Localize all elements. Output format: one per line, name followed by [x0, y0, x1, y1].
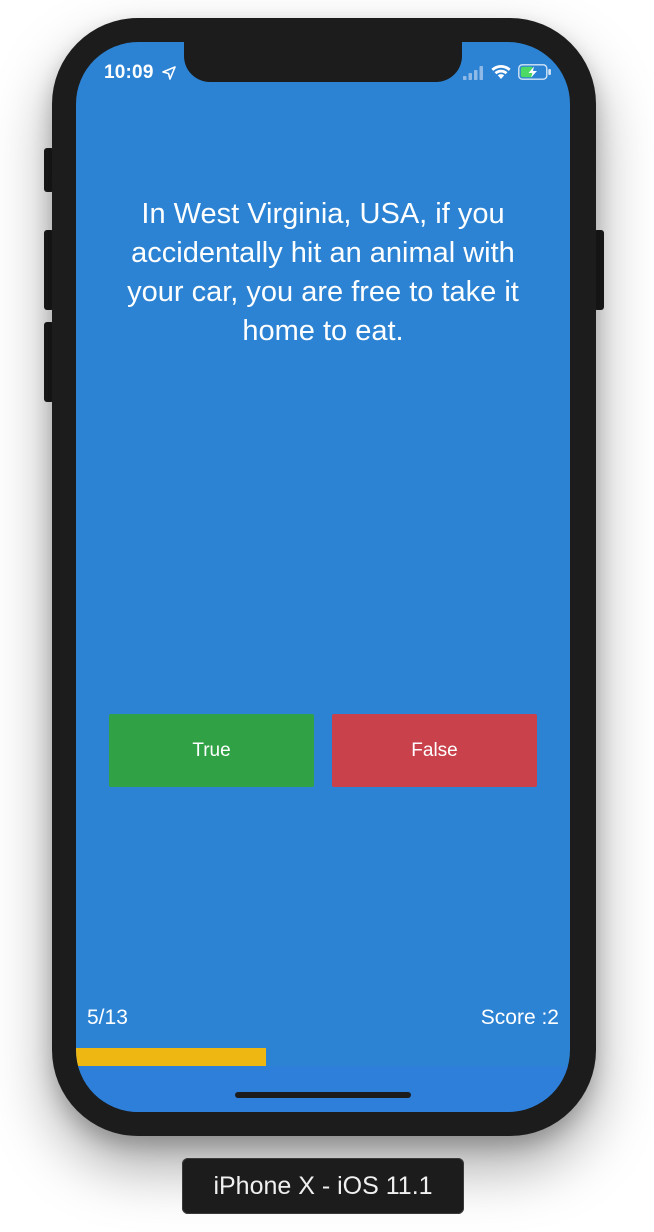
wifi-icon — [491, 64, 511, 79]
device-caption: iPhone X - iOS 11.1 — [182, 1158, 464, 1214]
device-notch — [184, 42, 462, 82]
status-time: 10:09 — [104, 62, 154, 83]
simulator-stage: 10:09 In West Virginia, USA, if you acci… — [0, 0, 654, 1232]
cellular-signal-icon — [463, 66, 483, 80]
app-screen: 10:09 In West Virginia, USA, if you acci… — [76, 42, 570, 1112]
home-indicator-area — [76, 1066, 570, 1112]
score-label: Score :2 — [480, 1006, 559, 1029]
true-button[interactable]: True — [109, 714, 314, 787]
quiz-progress-bar — [76, 1048, 570, 1066]
question-progress-label: 5/13 — [87, 1006, 128, 1029]
home-indicator[interactable] — [235, 1092, 411, 1098]
question-text: In West Virginia, USA, if you accidental… — [127, 198, 519, 347]
battery-charging-icon — [518, 64, 551, 80]
quiz-progress-fill — [76, 1048, 266, 1066]
false-button-label: False — [411, 739, 458, 761]
false-button[interactable]: False — [332, 714, 537, 787]
true-button-label: True — [192, 739, 231, 761]
location-arrow-icon — [162, 66, 176, 80]
